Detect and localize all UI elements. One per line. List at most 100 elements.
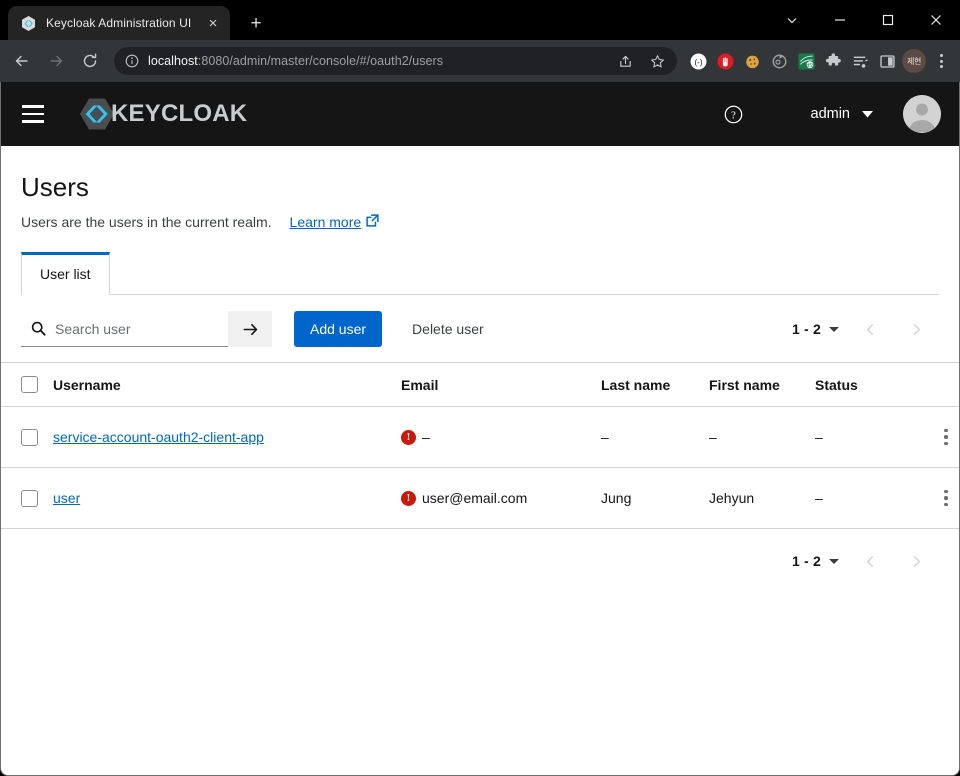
users-table-wrapper: Username Email Last name First name Stat… [1,362,959,530]
search-icon [31,321,46,336]
browser-profile-avatar[interactable]: 제현 [901,48,927,74]
kebab-menu-icon[interactable] [931,422,959,452]
extension-brackets-icon[interactable]: (-) [685,48,711,74]
url-path: :8080/admin/master/console/#/oauth2/user… [197,54,444,68]
page-tabs: User list [21,252,939,296]
close-icon[interactable] [912,0,960,40]
pagination-next-button[interactable] [893,311,939,347]
pagination-range-toggle[interactable]: 1 - 2 [784,547,847,575]
extension-puzzle-icon[interactable] [820,48,846,74]
caret-down-icon [829,558,839,564]
column-header-username[interactable]: Username [53,362,401,408]
url-host: localhost [148,54,198,68]
table-body: service-account-oauth2-client-app ! – – … [1,406,959,530]
column-header-last-name[interactable]: Last name [601,362,709,408]
delete-user-button[interactable]: Delete user [396,311,500,347]
column-header-email[interactable]: Email [401,362,601,408]
page-viewport: KEYCLOAK ? admin Users Users are the use… [0,82,960,776]
keycloak-favicon-icon [20,15,37,32]
user-dropdown[interactable]: admin [807,100,878,128]
user-link[interactable]: user [53,490,80,506]
cell-first-name: – [709,406,815,469]
learn-more-label: Learn more [289,214,362,231]
pagination-prev-button[interactable] [847,311,893,347]
caret-down-icon [829,326,839,332]
extension-playlist-icon[interactable] [847,48,873,74]
kebab-menu-icon[interactable] [931,483,959,513]
exclamation-circle-icon: ! [401,429,416,445]
share-icon[interactable] [613,49,637,73]
search-submit-button[interactable] [228,311,272,348]
forward-icon[interactable] [40,45,72,77]
page-subtitle: Users are the users in the current realm… [21,214,939,230]
address-bar-url: localhost:8080/admin/master/console/#/oa… [148,54,605,68]
address-bar[interactable]: localhost:8080/admin/master/console/#/oa… [114,47,677,75]
svg-text:?: ? [731,110,736,121]
cell-actions [919,467,959,530]
keycloak-masthead: KEYCLOAK ? admin [1,82,959,146]
list-all-tabs-icon[interactable] [768,0,816,40]
masthead-actions: ? admin [713,93,941,135]
browser-tab[interactable]: Keycloak Administration UI × [8,6,230,40]
table-row: user ! user@email.com Jung Jehyun – [1,467,959,530]
maximize-icon[interactable] [864,0,912,40]
search-box[interactable] [21,311,228,348]
email-value: user@email.com [422,490,528,507]
row-checkbox[interactable] [21,489,38,507]
learn-more-link[interactable]: Learn more [290,214,380,230]
site-info-icon[interactable] [124,53,140,69]
new-tab-button[interactable]: + [242,9,270,37]
minimize-icon[interactable] [816,0,864,40]
pagination-range: 1 - 2 [791,321,821,338]
pagination-prev-button[interactable] [847,543,893,579]
column-header-first-name[interactable]: First name [709,362,815,408]
bottom-pagination-wrapper: 1 - 2 [1,529,959,579]
table-row: service-account-oauth2-client-app ! – – … [1,406,959,469]
list-toolbar: Add user Delete user 1 - 2 [1,295,959,362]
extension-cookie-icon[interactable] [739,48,765,74]
cell-actions [919,406,959,469]
avatar[interactable] [903,95,941,133]
window-controls [768,0,960,40]
reload-icon[interactable] [74,45,106,77]
keycloak-brand[interactable]: KEYCLOAK [77,97,247,131]
extension-sidepanel-icon[interactable] [874,48,900,74]
cell-username: service-account-oauth2-client-app [53,406,401,469]
cell-last-name: – [601,406,709,469]
page-header: Users Users are the users in the current… [1,146,959,296]
table-head: Username Email Last name First name Stat… [1,362,959,408]
bookmark-star-icon[interactable] [645,49,669,73]
page-title: Users [21,172,89,202]
chrome-menu-icon[interactable] [928,48,954,74]
extension-korean-translate-icon[interactable]: \ud55c [793,48,819,74]
table-header-row: Username Email Last name First name Stat… [1,362,959,408]
back-icon[interactable] [6,45,38,77]
select-all-checkbox[interactable] [21,376,38,394]
browser-toolbar: localhost:8080/admin/master/console/#/oa… [0,40,960,82]
help-icon[interactable]: ? [713,93,755,135]
add-user-button[interactable]: Add user [294,311,383,348]
tab-close-icon[interactable]: × [202,12,224,34]
users-page: Users Users are the users in the current… [1,146,959,775]
hamburger-icon[interactable] [15,96,51,132]
pagination-next-button[interactable] [893,543,939,579]
search-input[interactable] [55,320,218,337]
row-checkbox[interactable] [21,428,38,446]
cell-status: – [815,467,919,530]
column-header-status[interactable]: Status [815,362,919,408]
cell-username: user [53,467,401,530]
tab-user-list[interactable]: User list [21,252,110,296]
extension-adblock-icon[interactable] [712,48,738,74]
user-link[interactable]: service-account-oauth2-client-app [53,429,264,445]
username-label: admin [810,106,851,122]
cell-status: – [815,406,919,469]
search-group [21,311,272,348]
users-table: Username Email Last name First name Stat… [1,362,959,530]
cell-email: ! – [401,406,601,469]
cell-last-name: Jung [601,467,709,530]
pagination-range-toggle[interactable]: 1 - 2 [784,315,847,343]
extension-sync-icon[interactable] [766,48,792,74]
page-description: Users are the users in the current realm… [21,214,272,231]
top-pagination: 1 - 2 [784,311,939,347]
row-select-cell [1,467,53,530]
